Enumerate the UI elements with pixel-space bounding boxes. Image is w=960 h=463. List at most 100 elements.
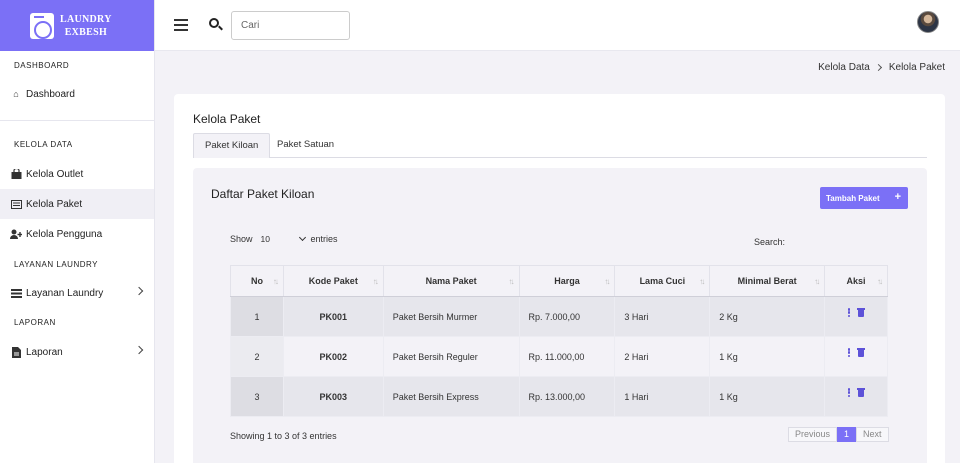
sort-icon: ↑↓ xyxy=(372,277,379,286)
tab-paket-kiloan[interactable]: Paket Kiloan xyxy=(193,133,271,158)
section-label-dashboard: DASHBOARD xyxy=(14,61,70,70)
show-label: Show xyxy=(230,234,253,244)
cell-kode: PK003 xyxy=(282,376,384,417)
breadcrumb-parent[interactable]: Kelola Data xyxy=(818,62,870,73)
cell-aksi xyxy=(824,376,888,417)
tab-bar: Paket Kiloan Paket Satuan xyxy=(193,133,927,158)
cell-no: 2 xyxy=(230,336,284,377)
trash-icon[interactable] xyxy=(856,348,865,357)
cell-lama: 3 Hari xyxy=(614,296,711,337)
home-icon: ⌂ xyxy=(13,89,19,99)
page-title: Kelola Paket xyxy=(193,112,261,126)
sidebar-item-kelola-pengguna[interactable]: Kelola Pengguna xyxy=(0,219,154,249)
chevron-right-icon xyxy=(134,286,144,296)
more-options-icon[interactable] xyxy=(847,348,851,357)
sort-icon: ↑↓ xyxy=(508,277,515,286)
chevron-down-icon xyxy=(298,233,306,242)
list-title: Daftar Paket Kiloan xyxy=(211,187,315,201)
entries-label: entries xyxy=(310,234,338,244)
column-header-no[interactable]: No ↑↓ xyxy=(230,265,284,297)
list-panel: Daftar Paket Kiloan Tambah Paket + Show … xyxy=(193,168,927,463)
cell-no: 3 xyxy=(230,376,284,417)
cell-no: 1 xyxy=(230,296,284,337)
cell-aksi xyxy=(824,336,888,377)
cell-harga: Rp. 11.000,00 xyxy=(518,336,616,377)
add-package-button-label: Tambah Paket xyxy=(826,193,880,203)
column-header-harga[interactable]: Harga ↑↓ xyxy=(518,265,616,297)
package-list-icon xyxy=(10,199,22,209)
user-avatar[interactable] xyxy=(917,11,939,33)
sort-icon: ↑↓ xyxy=(604,277,610,286)
cell-aksi xyxy=(824,296,888,337)
sidebar-item-label: Kelola Pengguna xyxy=(26,228,103,240)
cell-berat: 2 Kg xyxy=(709,296,826,337)
table-row: 3 PK003 Paket Bersih Express Rp. 13.000,… xyxy=(230,376,888,417)
search-icon xyxy=(209,18,219,28)
section-label-laporan: LAPORAN xyxy=(14,318,56,327)
topbar xyxy=(155,0,960,51)
breadcrumb: Kelola Data Kelola Paket xyxy=(818,62,945,73)
sidebar-divider xyxy=(0,120,154,121)
sidebar-item-label: Kelola Outlet xyxy=(26,168,84,180)
sidebar-item-label: Dashboard xyxy=(26,88,75,100)
sidebar-item-kelola-outlet[interactable]: Kelola Outlet xyxy=(0,159,154,189)
breadcrumb-current: Kelola Paket xyxy=(888,62,945,73)
main-card: Kelola Paket Paket Kiloan Paket Satuan D… xyxy=(174,94,945,463)
entries-control: Show 10 entries xyxy=(230,233,338,244)
column-header-kode[interactable]: Kode Paket ↑↓ xyxy=(282,265,384,297)
chevron-right-icon xyxy=(134,345,144,355)
sidebar-item-laporan[interactable]: Laporan xyxy=(0,337,154,367)
shopping-bag-icon xyxy=(10,169,22,179)
cell-nama: Paket Bersih Murmer xyxy=(382,296,520,337)
table-header-row: No ↑↓ Kode Paket ↑↓ Nama Paket ↑↓ Harga ↑↓ L… xyxy=(230,265,888,297)
hamburger-menu-icon[interactable] xyxy=(174,19,188,31)
column-header-lama[interactable]: Lama Cuci ↑↓ xyxy=(614,265,711,297)
trash-icon[interactable] xyxy=(856,388,865,397)
column-header-nama[interactable]: Nama Paket ↑↓ xyxy=(382,265,520,297)
plus-icon: + xyxy=(894,191,901,203)
table-search-label: Search: xyxy=(754,237,786,247)
more-options-icon[interactable] xyxy=(847,308,851,317)
washing-machine-icon xyxy=(30,12,54,39)
sidebar-item-layanan-laundry[interactable]: Layanan Laundry xyxy=(0,278,154,308)
sort-icon: ↑↓ xyxy=(877,277,883,286)
brand[interactable]: LAUNDRY EXBESH xyxy=(0,0,154,51)
sidebar-item-label: Layanan Laundry xyxy=(26,287,104,299)
list-icon xyxy=(10,288,22,298)
user-plus-icon xyxy=(10,229,22,239)
column-header-berat[interactable]: Minimal Berat ↑↓ xyxy=(709,265,826,297)
section-label-layanan: LAYANAN LAUNDRY xyxy=(14,260,98,269)
search-input[interactable] xyxy=(231,11,350,40)
sidebar-item-dashboard[interactable]: ⌂ Dashboard xyxy=(0,79,154,109)
brand-name: LAUNDRY EXBESH xyxy=(60,13,112,38)
sidebar: LAUNDRY EXBESH DASHBOARD ⌂ Dashboard KEL… xyxy=(0,0,155,463)
sidebar-item-label: Kelola Paket xyxy=(26,198,83,210)
cell-kode: PK002 xyxy=(282,336,384,377)
cell-nama: Paket Bersih Express xyxy=(382,376,520,417)
section-label-kelola-data: KELOLA DATA xyxy=(14,140,73,149)
column-header-aksi[interactable]: Aksi ↑↓ xyxy=(824,265,888,297)
tab-paket-satuan[interactable]: Paket Satuan xyxy=(266,133,345,158)
trash-icon[interactable] xyxy=(856,308,865,317)
table-info: Showing 1 to 3 of 3 entries xyxy=(230,431,337,441)
cell-lama: 2 Hari xyxy=(614,336,711,377)
entries-select[interactable]: 10 xyxy=(261,233,306,244)
cell-harga: Rp. 7.000,00 xyxy=(518,296,616,337)
cell-berat: 1 Kg xyxy=(709,376,826,417)
add-package-button[interactable]: Tambah Paket + xyxy=(820,187,908,209)
page-button-current[interactable]: 1 xyxy=(837,427,857,442)
sort-icon: ↑↓ xyxy=(272,277,279,286)
sidebar-item-kelola-paket[interactable]: Kelola Paket xyxy=(0,189,154,219)
chevron-right-icon xyxy=(874,63,882,72)
table-row: 2 PK002 Paket Bersih Reguler Rp. 11.000,… xyxy=(230,336,888,377)
file-icon xyxy=(10,346,22,358)
cell-berat: 1 Kg xyxy=(709,336,826,377)
previous-page-button[interactable]: Previous xyxy=(788,427,838,442)
next-page-button[interactable]: Next xyxy=(856,427,889,442)
pagination: Previous 1 Next xyxy=(788,427,889,442)
cell-harga: Rp. 13.000,00 xyxy=(518,376,616,417)
more-options-icon[interactable] xyxy=(847,388,851,397)
sidebar-item-label: Laporan xyxy=(26,346,63,358)
cell-lama: 1 Hari xyxy=(614,376,711,417)
cell-nama: Paket Bersih Reguler xyxy=(382,336,520,377)
